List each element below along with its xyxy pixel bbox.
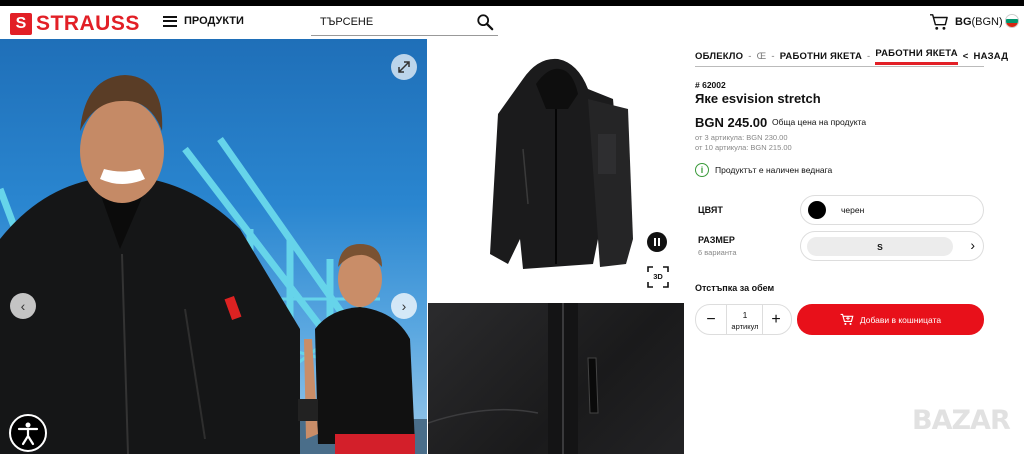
strauss-logo[interactable]: S STRAUSS [10,12,140,36]
pause-icon[interactable] [647,232,667,252]
gallery-prev-button[interactable]: ‹ [10,293,36,319]
logo-mark: S [10,13,32,35]
stock-text: Продуктът е наличен веднага [715,165,833,175]
product-detail-image[interactable] [428,303,684,454]
quantity-stepper: − 1 артикул + [695,304,792,335]
stock-status: i Продуктът е наличен веднага [695,163,832,177]
color-value: черен [841,205,865,215]
products-menu-button[interactable]: ПРОДУКТИ [163,15,244,27]
zipper-closeup-illustration [428,303,599,454]
search-icon[interactable] [476,13,494,31]
search-bar [311,10,498,36]
quantity-input[interactable]: 1 [731,310,759,320]
breadcrumb: ОБЛЕКЛО - Œ - РАБОТНИ ЯКЕТА - РАБОТНИ ЯК… [695,48,1013,65]
hero-image: ‹ › [0,39,427,454]
price-note: Обща цена на продукта [772,117,867,127]
breadcrumb-item-ellipsis[interactable]: Œ [757,51,767,62]
info-icon: i [695,163,709,177]
language-code: BG [955,16,972,28]
breadcrumb-item-current[interactable]: РАБОТНИ ЯКЕТА [875,48,958,65]
price-tier: от 10 артикула: BGN 215.00 [695,143,792,152]
divider [762,305,763,334]
size-label: РАЗМЕР [698,235,735,245]
product-title: Яке esvision stretch [695,91,821,106]
bazar-watermark: BAZAR [912,405,1011,436]
color-selector[interactable]: черен [800,195,984,225]
search-input[interactable] [311,10,471,34]
breadcrumb-separator: - [748,51,752,62]
accessibility-button[interactable] [9,414,47,452]
breadcrumb-divider [695,66,984,67]
jacket-illustration [490,58,633,270]
breadcrumb-separator: - [771,51,775,62]
quantity-increase-button[interactable]: + [766,310,786,330]
currency-code: (BGN) [971,16,1003,28]
expand-icon[interactable] [391,54,417,80]
quantity-unit: артикул [731,322,759,331]
back-chevron-icon[interactable]: < [963,51,969,62]
breadcrumb-item-clothing[interactable]: ОБЛЕКЛО [695,51,743,62]
3d-view-button[interactable]: 3D [647,266,669,288]
product-details-panel: ОБЛЕКЛО - Œ - РАБОТНИ ЯКЕТА - РАБОТНИ ЯК… [695,39,1008,454]
price-tier: от 3 артикула: BGN 230.00 [695,133,788,142]
size-variants-count: 6 варианта [698,248,737,257]
logo-text: STRAUSS [36,12,140,35]
back-link[interactable]: НАЗАД [974,51,1009,62]
size-selector[interactable]: S › [800,231,984,261]
add-to-cart-label: Добави в кошницата [859,314,942,325]
cart-icon[interactable] [929,13,949,31]
chevron-right-icon: › [401,298,407,314]
hamburger-icon [163,15,177,27]
color-swatch-black[interactable] [808,201,826,219]
site-header: S STRAUSS ПРОДУКТИ BG(BGN) [0,6,1024,39]
accessibility-icon [17,422,39,446]
size-value[interactable]: S [807,237,953,256]
color-label: ЦВЯТ [698,205,723,215]
chevron-left-icon: ‹ [20,298,26,314]
products-menu-label: ПРОДУКТИ [184,15,244,27]
chevron-right-icon[interactable]: › [970,237,975,253]
product-packshot[interactable]: 3D [428,39,684,301]
gallery-next-button[interactable]: › [391,293,417,319]
product-price: BGN 245.00 [695,115,768,130]
3d-label: 3D [653,272,663,281]
add-to-cart-button[interactable]: Добави в кошницата [797,304,984,335]
hero-scene-illustration [0,75,427,454]
language-currency-switch[interactable]: BG(BGN) [955,16,1003,28]
quantity-decrease-button[interactable]: − [701,310,721,330]
breadcrumb-separator: - [867,51,871,62]
cart-plus-icon [840,313,854,325]
product-sku: # 62002 [695,80,726,90]
breadcrumb-item-work-jackets[interactable]: РАБОТНИ ЯКЕТА [780,51,862,62]
bulgarian-flag-icon[interactable] [1005,14,1019,28]
volume-discount-label[interactable]: Отстъпка за обем [695,283,774,293]
